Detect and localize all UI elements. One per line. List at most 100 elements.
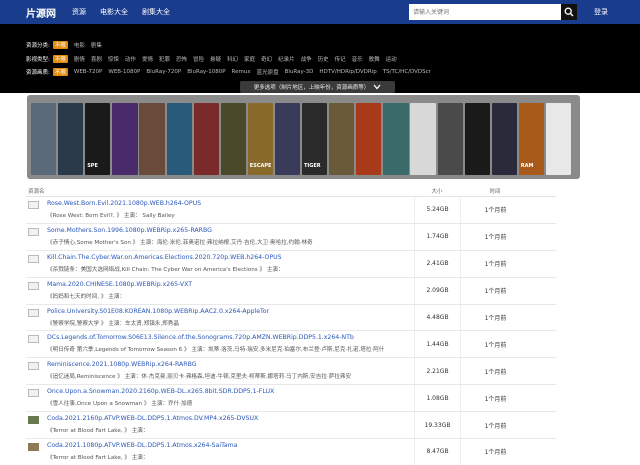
resource-link[interactable]: Coda.2021.1080p.ATVP.WEB-DL.DDP5.1.Atmos… [47, 442, 412, 449]
movie-poster[interactable] [410, 103, 436, 175]
resource-subtitle: 《杀戮链条：美国大选网络战,Kill Chain: The Cyber War … [47, 266, 284, 273]
thumbnail-icon [28, 362, 39, 371]
filter-chip[interactable]: 科幻 [227, 55, 238, 63]
top-nav: 片源网 资源 电影大全 剧集大全 登录 [0, 0, 640, 24]
movie-poster[interactable] [545, 103, 572, 175]
cell-size: 4.48GB [414, 304, 460, 331]
row-text: Police.University.S01E08.KOREAN.1080p.WE… [47, 305, 412, 331]
filter-chip[interactable]: 传记 [335, 55, 346, 63]
filter-chip[interactable]: 不限 [52, 68, 68, 76]
nav-link-resources[interactable]: 资源 [72, 7, 86, 17]
filter-chip[interactable]: 蓝光原盘 [257, 68, 279, 76]
resource-link[interactable]: Rose.West.Born.Evil.2021.1080p.WEB.h264-… [47, 200, 412, 207]
filter-chip[interactable]: WEB-1080P [108, 69, 140, 75]
filter-chip[interactable]: 爱情 [142, 55, 153, 63]
login-link[interactable]: 登录 [594, 7, 608, 17]
cell-name: Coda.2021.1080p.ATVP.WEB-DL.DDP5.1.Atmos… [26, 439, 414, 465]
filter-chip[interactable]: TS/TC/HC/DVDScr [383, 69, 431, 75]
filter-chip[interactable]: BluRay-720P [146, 69, 181, 75]
movie-poster[interactable] [220, 103, 246, 175]
movie-poster[interactable]: ESCAPE [247, 103, 274, 175]
filter-chip[interactable]: 电影 [74, 41, 85, 49]
chevron-down-icon [373, 84, 381, 90]
filter-chip[interactable]: 动作 [125, 55, 136, 63]
filter-chip[interactable]: BluRay-1080P [187, 69, 225, 75]
filter-chip[interactable]: 冒险 [193, 55, 204, 63]
filter-chip[interactable]: 喜剧 [91, 55, 102, 63]
site-logo[interactable]: 片源网 [0, 5, 58, 20]
movie-poster[interactable] [491, 103, 517, 175]
row-text: Some.Mothers.Son.1996.1080p.WEBRip.x265-… [47, 224, 412, 250]
movie-poster[interactable] [437, 103, 463, 175]
resource-link[interactable]: Once.Upon.a.Snowman.2020.2160p.WEB-DL.x2… [47, 388, 412, 395]
cell-time: 1个月前 [460, 304, 530, 331]
resource-subtitle: 《警察学院,警察大学 》 主演：车太贤,郑镇永,郑秀晶 [47, 320, 179, 327]
cell-time: 1个月前 [460, 331, 530, 358]
movie-poster[interactable] [58, 103, 84, 175]
movie-poster[interactable] [139, 103, 165, 175]
movie-poster[interactable]: RAM [518, 103, 545, 175]
movie-poster[interactable] [274, 103, 301, 175]
poster-track: SPE ESCAPE TIGER RAM [27, 95, 580, 179]
filter-row: 资源画质: 不限 WEB-720P WEB-1080P BluRay-720P BluRa… [26, 67, 437, 77]
filter-chip[interactable]: 战争 [301, 55, 312, 63]
filter-chip[interactable]: 历史 [318, 55, 329, 63]
resource-link[interactable]: DCs.Legends.of.Tomorrow.S06E13.Silence.o… [47, 334, 412, 341]
table-row: Once.Upon.a.Snowman.2020.2160p.WEB-DL.x2… [26, 385, 556, 413]
filter-chip[interactable]: 不限 [52, 41, 68, 49]
filter-chip[interactable]: 悬疑 [210, 55, 221, 63]
resource-link[interactable]: Mama.2020.CHINESE.1080p.WEBRip.x265-VXT [47, 281, 412, 288]
movie-poster[interactable] [166, 103, 192, 175]
filter-chip[interactable]: 家庭 [244, 55, 255, 63]
movie-poster[interactable]: SPE [85, 103, 111, 175]
movie-poster[interactable] [193, 103, 219, 175]
resource-link[interactable]: Coda.2021.2160p.ATVP.WEB-DL.DDP5.1.Atmos… [47, 415, 412, 422]
filter-chip[interactable]: 歌舞 [369, 55, 380, 63]
table-row: Rose.West.Born.Evil.2021.1080p.WEB.h264-… [26, 197, 556, 224]
resource-link[interactable]: Police.University.S01E08.KOREAN.1080p.WE… [47, 308, 412, 315]
filter-chip[interactable]: Remux [232, 69, 251, 75]
filter-chip[interactable]: 奇幻 [261, 55, 272, 63]
cell-time: 1个月前 [460, 250, 530, 277]
movie-poster[interactable] [383, 103, 409, 175]
poster-title: RAM [520, 163, 534, 169]
filter-chip[interactable]: WEB-720P [74, 69, 103, 75]
search-button[interactable] [561, 4, 577, 20]
movie-poster[interactable] [356, 103, 382, 175]
row-text: Mama.2020.CHINESE.1080p.WEBRip.x265-VXT 《… [47, 278, 412, 304]
search-bar [409, 4, 577, 20]
cell-size: 1.08GB [414, 385, 460, 412]
more-options-label: 更多选项（制片地区，上映年份，资源画质等） [253, 85, 370, 91]
filter-chip[interactable]: 恐怖 [176, 55, 187, 63]
table-header: 资源名 大小 时间 [26, 186, 556, 197]
filter-chip[interactable]: 剧集 [91, 41, 102, 49]
thumbnail-icon [28, 281, 39, 290]
filter-chip[interactable]: 音乐 [352, 55, 363, 63]
nav-link-series[interactable]: 剧集大全 [142, 7, 170, 17]
movie-poster[interactable]: TIGER [302, 103, 328, 175]
filter-chip[interactable]: BluRay-3D [285, 69, 314, 75]
filter-chip[interactable]: 犯罪 [159, 55, 170, 63]
nav-link-movies[interactable]: 电影大全 [100, 7, 128, 17]
cell-name: DCs.Legends.of.Tomorrow.S06E13.Silence.o… [26, 331, 414, 357]
filter-chip[interactable]: 纪录片 [278, 55, 295, 63]
poster-title: TIGER [304, 163, 321, 169]
resource-link[interactable]: Reminiscence.2021.1080p.WEBRip.x264-RARB… [47, 361, 412, 368]
movie-poster[interactable] [112, 103, 138, 175]
filter-chip[interactable]: 运动 [386, 55, 397, 63]
filter-chip[interactable]: 剧情 [74, 55, 85, 63]
table-row: Reminiscence.2021.1080p.WEBRip.x264-RARB… [26, 358, 556, 386]
resource-link[interactable]: Kill.Chain.The.Cyber.War.on.Americas.Ele… [47, 254, 412, 261]
table-row: DCs.Legends.of.Tomorrow.S06E13.Silence.o… [26, 331, 556, 359]
filter-chip[interactable]: HDTV/HDRip/DVDRip [319, 69, 376, 75]
movie-poster[interactable] [31, 103, 57, 175]
filter-chip[interactable]: 惊悚 [108, 55, 119, 63]
cell-size: 19.33GB [414, 412, 460, 439]
movie-poster[interactable] [329, 103, 355, 175]
more-options-toggle[interactable]: 更多选项（制片地区，上映年份，资源画质等） [240, 81, 395, 93]
thumbnail-icon [28, 416, 39, 425]
search-input[interactable] [409, 4, 562, 20]
movie-poster[interactable] [464, 103, 490, 175]
filter-chip[interactable]: 不限 [52, 55, 68, 63]
resource-link[interactable]: Some.Mothers.Son.1996.1080p.WEBRip.x265-… [47, 227, 412, 234]
